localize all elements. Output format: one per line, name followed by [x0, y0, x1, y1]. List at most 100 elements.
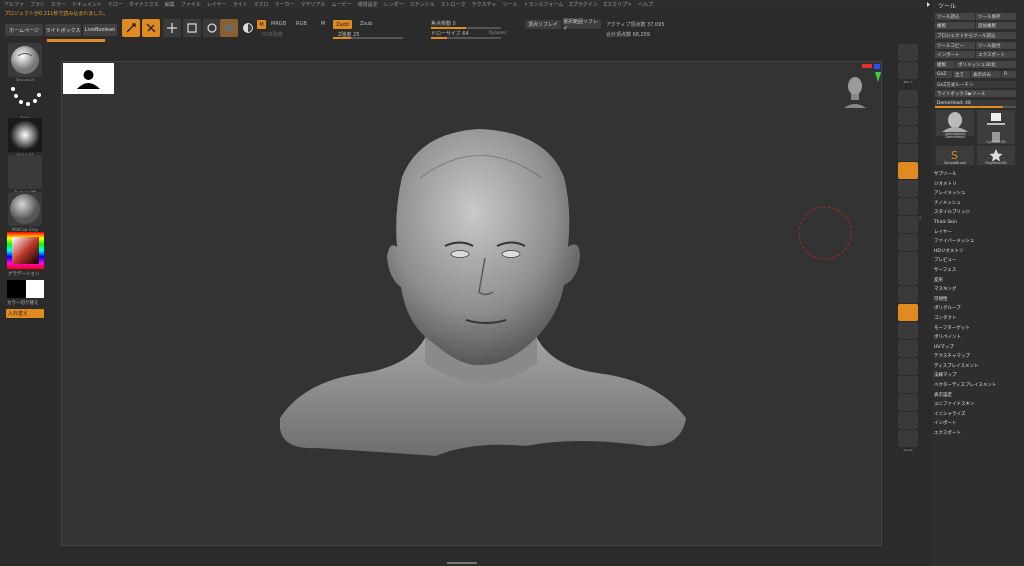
duplicate-button[interactable]: 複製 [935, 61, 955, 68]
menu-item[interactable]: ステンシル [410, 1, 435, 8]
shelf-button[interactable]: ダイナミック [898, 180, 918, 202]
shelf-button[interactable]: ポリF [898, 358, 918, 380]
draw-size-slider[interactable] [431, 37, 501, 39]
shelf-button[interactable]: フレーム [898, 268, 918, 290]
shelf-button[interactable]: ソロ [898, 412, 918, 434]
menu-item[interactable]: ストローク [441, 1, 466, 8]
document-canvas[interactable] [61, 61, 882, 546]
color-picker[interactable] [7, 232, 44, 269]
menu-item[interactable]: ヘルプ [638, 1, 653, 8]
subpalette-item[interactable]: ナノメッシュ [934, 199, 1022, 209]
shelf-button[interactable]: ローカル [898, 234, 918, 256]
draw-size-label[interactable]: ドローサイズ 64 [431, 30, 469, 37]
tool-thumb-demohead[interactable]: DemoHead [936, 110, 974, 136]
menu-item[interactable]: テクスチャ [472, 1, 497, 8]
subpalette-item[interactable]: 変形 [934, 276, 1022, 286]
texture-slot[interactable]: Texture Off [6, 155, 44, 195]
subpalette-item[interactable]: ユニファイドスキン [934, 400, 1022, 410]
menu-item[interactable]: Zプラグイン [569, 1, 597, 8]
scale-button[interactable] [183, 19, 201, 37]
subpalette-item[interactable]: プレビュー [934, 256, 1022, 266]
focal-shift-label[interactable]: 焦点移動 0 [431, 20, 456, 27]
menu-item[interactable]: ファイル [181, 1, 201, 8]
clone-button[interactable]: 複製 [935, 22, 975, 29]
gradient-label[interactable]: グラデーション [8, 271, 39, 277]
goz-all-button[interactable]: 全て [953, 71, 970, 78]
tool-thumb-simplebrush-2[interactable]: S SimpleBrush [936, 146, 974, 165]
subpalette-item[interactable]: Thick Skin [934, 218, 1022, 228]
shelf-button[interactable]: Line Fill [898, 340, 918, 362]
menu-item[interactable]: ツール [502, 1, 517, 8]
subpalette-item[interactable]: スタイルブリッジ [934, 208, 1022, 218]
rgb-intensity-label[interactable]: RGB強度 [262, 31, 283, 38]
shelf-button[interactable]: 透明 [898, 376, 918, 398]
shelf-button[interactable]: フロア [898, 216, 918, 238]
mrgb-toggle[interactable]: MRGB [271, 21, 286, 27]
menu-item[interactable]: マクロ [254, 1, 269, 8]
shelf-button[interactable]: スケール [898, 304, 918, 326]
menu-item[interactable]: カラー [51, 1, 66, 8]
menu-item[interactable]: ムービー [332, 1, 352, 8]
brush-slot[interactable]: Standard [6, 43, 44, 83]
subpalette-item[interactable]: アレイメッシュ [934, 189, 1022, 199]
navigation-head-gizmo[interactable] [842, 64, 882, 114]
focal-shift-slider[interactable] [431, 27, 501, 29]
z-intensity-slider[interactable] [333, 37, 403, 39]
spotlight-thumb[interactable] [63, 63, 114, 94]
subpalette-item[interactable]: 可視性 [934, 295, 1022, 305]
rgb-toggle[interactable]: RGB [296, 21, 307, 27]
subpalette-item[interactable]: エクスポート [934, 429, 1022, 439]
subpalette-item[interactable]: ベクターディスプレイスメント [934, 381, 1022, 391]
menu-item[interactable]: レンダー [384, 1, 404, 8]
menu-item[interactable]: 編集 [165, 1, 175, 8]
menu-item[interactable]: Zスクリプト [604, 1, 632, 8]
move-button[interactable] [163, 19, 181, 37]
color-switch-label[interactable]: カラー切り替え [7, 300, 39, 306]
menu-item[interactable]: マテリアル [301, 1, 326, 8]
m-toggle[interactable]: M [321, 21, 325, 27]
shelf-button[interactable]: 回転 [898, 322, 918, 344]
shelf-button[interactable]: スクロール [898, 90, 918, 112]
menu-item[interactable]: ドキュメント [72, 1, 102, 8]
shelf-button[interactable]: Xpose [898, 430, 918, 452]
subpalette-item[interactable]: イニシャライズ [934, 410, 1022, 420]
shelf-button[interactable]: BPR [898, 44, 918, 66]
material-slot[interactable]: MatCap Gray [6, 192, 44, 232]
current-tool-slider-bar[interactable] [935, 106, 1016, 108]
export-button[interactable]: エクスポート [976, 51, 1016, 58]
subpalette-item[interactable]: ポリペイント [934, 333, 1022, 343]
import-button[interactable]: インポート [935, 51, 975, 58]
menu-item[interactable]: トランスフォーム [523, 1, 563, 8]
liveboolean-button[interactable]: LiveBoolean [83, 24, 117, 36]
paste-tool-button[interactable]: ツール貼付 [976, 42, 1016, 49]
menu-item[interactable]: ダイナミクス [129, 1, 159, 8]
goz-button[interactable]: GoZ [935, 71, 952, 78]
tool-thumb-polymesh[interactable]: PolyMesh3D [977, 146, 1015, 165]
subpalette-item[interactable]: HDジオメトリ [934, 247, 1022, 257]
gyro-button[interactable] [239, 19, 257, 37]
alpha-slot[interactable]: Alpha 01 [6, 118, 44, 158]
shelf-button[interactable]: 移動 [898, 286, 918, 308]
rotate-button[interactable] [203, 19, 221, 37]
subpalette-item[interactable]: サブツール [934, 170, 1022, 180]
vertex-button[interactable]: 頂点ソフレイ [525, 20, 561, 29]
edit-button[interactable] [122, 19, 140, 37]
swap-color-button[interactable]: 入れ替え [6, 309, 44, 318]
m-mode-chip[interactable]: M [257, 20, 266, 29]
copy-tool-button[interactable]: ツールコピー [935, 42, 975, 49]
lightbox-button[interactable]: ライトボックス [45, 24, 81, 36]
poly-button[interactable]: 選択範囲ソフレイ [563, 19, 601, 32]
menu-item[interactable]: ドロー [108, 1, 123, 8]
menu-item[interactable]: 環境設定 [358, 1, 378, 8]
shelf-button[interactable]: パースペクティブ [898, 198, 921, 220]
subpalette-item[interactable]: サーフェス [934, 266, 1022, 276]
secondary-color-swatch[interactable] [26, 280, 44, 298]
subpalette-item[interactable]: マスキング [934, 285, 1022, 295]
shelf-button[interactable]: ズーム [898, 108, 918, 130]
subpalette-item[interactable]: インポート [934, 419, 1022, 429]
tool-thumb-cylinder[interactable]: Cylinder3D [977, 128, 1015, 144]
goz-r-button[interactable]: R [1002, 71, 1016, 78]
menu-item[interactable]: ライト [233, 1, 248, 8]
subpalette-item[interactable]: ポリグループ [934, 304, 1022, 314]
lightbox-tools-button[interactable]: ライトボックス▶ツール [935, 90, 1016, 97]
